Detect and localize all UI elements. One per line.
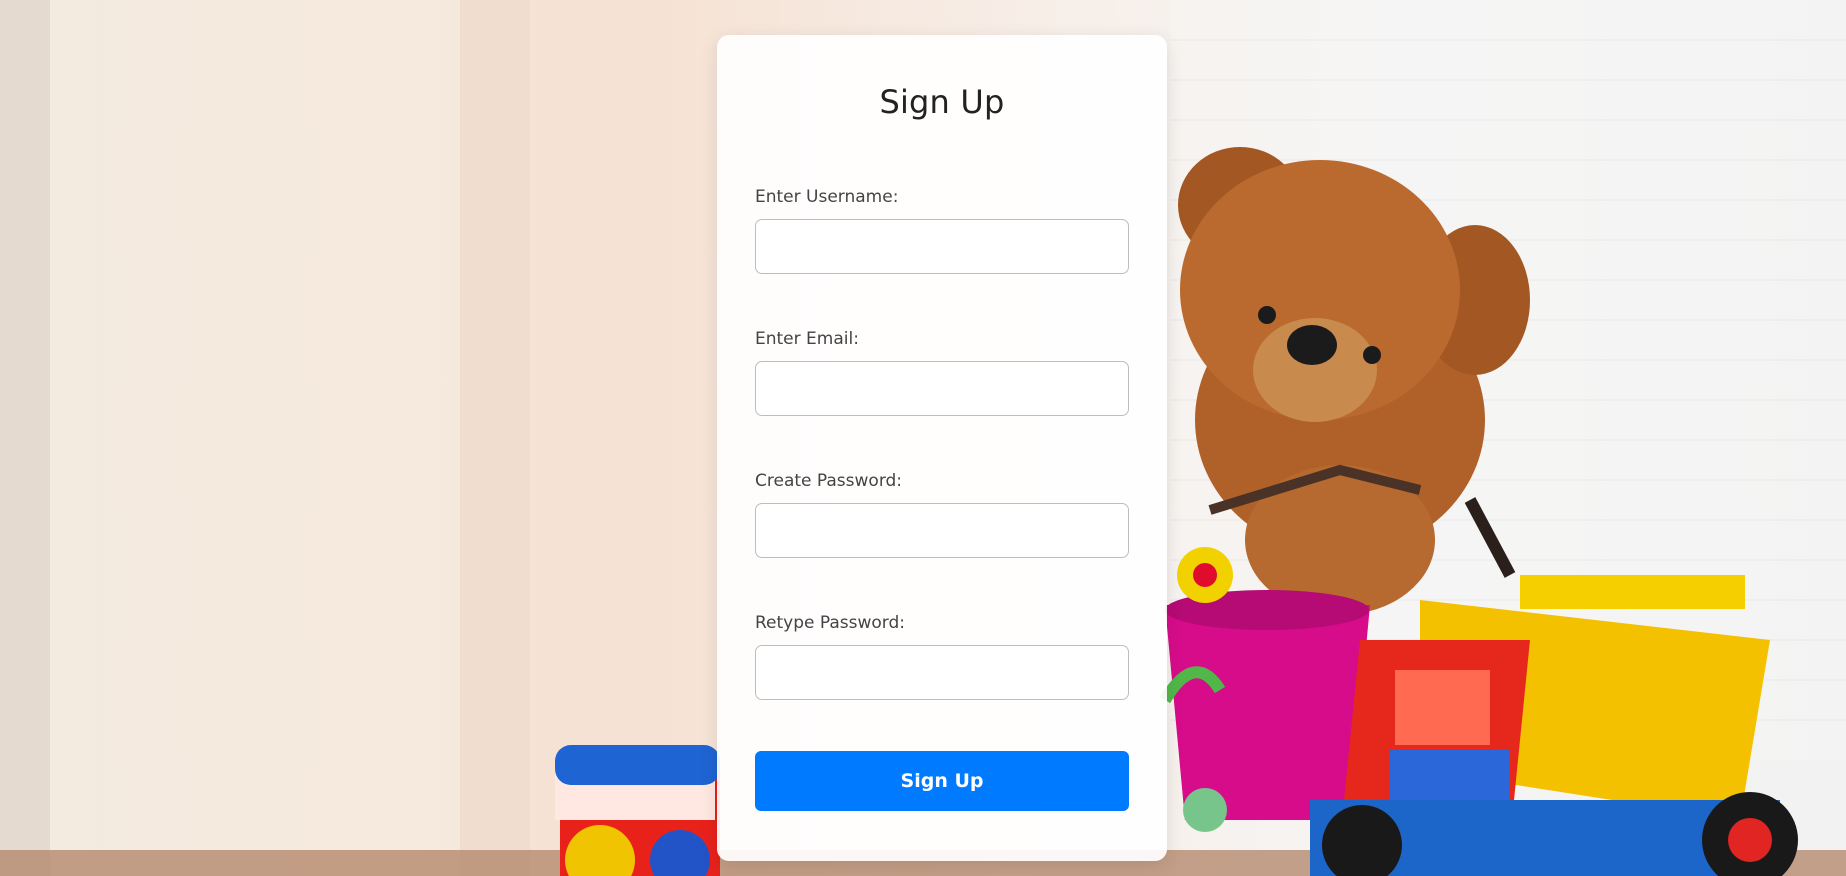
email-label: Enter Email:: [755, 329, 859, 349]
create-password-input[interactable]: [755, 503, 1129, 558]
create-password-label: Create Password:: [755, 471, 903, 491]
retype-password-label: Retype Password:: [755, 613, 906, 633]
page-title: Sign Up: [879, 83, 1005, 121]
username-label: Enter Username:: [755, 187, 899, 207]
sign-up-button[interactable]: Sign Up: [755, 751, 1129, 811]
signup-card: Sign Up Enter Username: Enter Email: Cre…: [717, 35, 1167, 861]
email-input[interactable]: [755, 361, 1129, 416]
retype-password-input[interactable]: [755, 645, 1129, 700]
username-input[interactable]: [755, 219, 1129, 274]
